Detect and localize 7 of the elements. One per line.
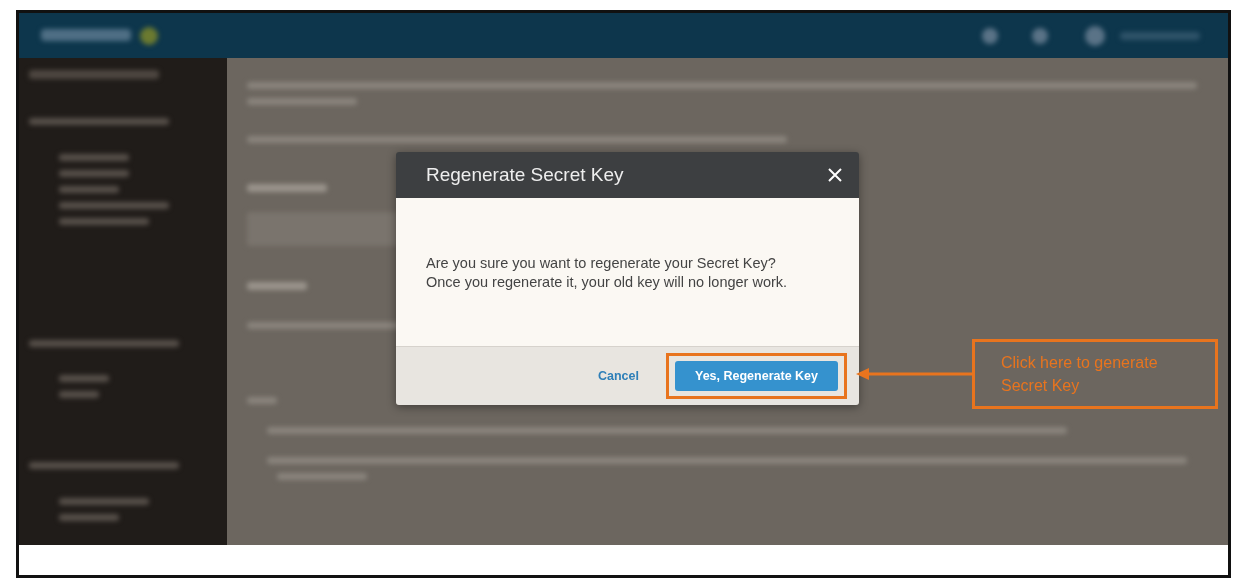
regenerate-key-button[interactable]: Yes, Regenerate Key (675, 361, 838, 391)
callout-text: Click here to generate Secret Key (1001, 353, 1159, 396)
cancel-button[interactable]: Cancel (594, 365, 643, 387)
dialog-message: Once you regenerate it, your old key will no longer work. (426, 273, 789, 290)
dialog-message: Are you sure you want to regenerate your Secret Key? (426, 254, 777, 271)
close-icon[interactable] (827, 167, 843, 183)
dialog-title: Regenerate Secret Key (426, 164, 624, 186)
